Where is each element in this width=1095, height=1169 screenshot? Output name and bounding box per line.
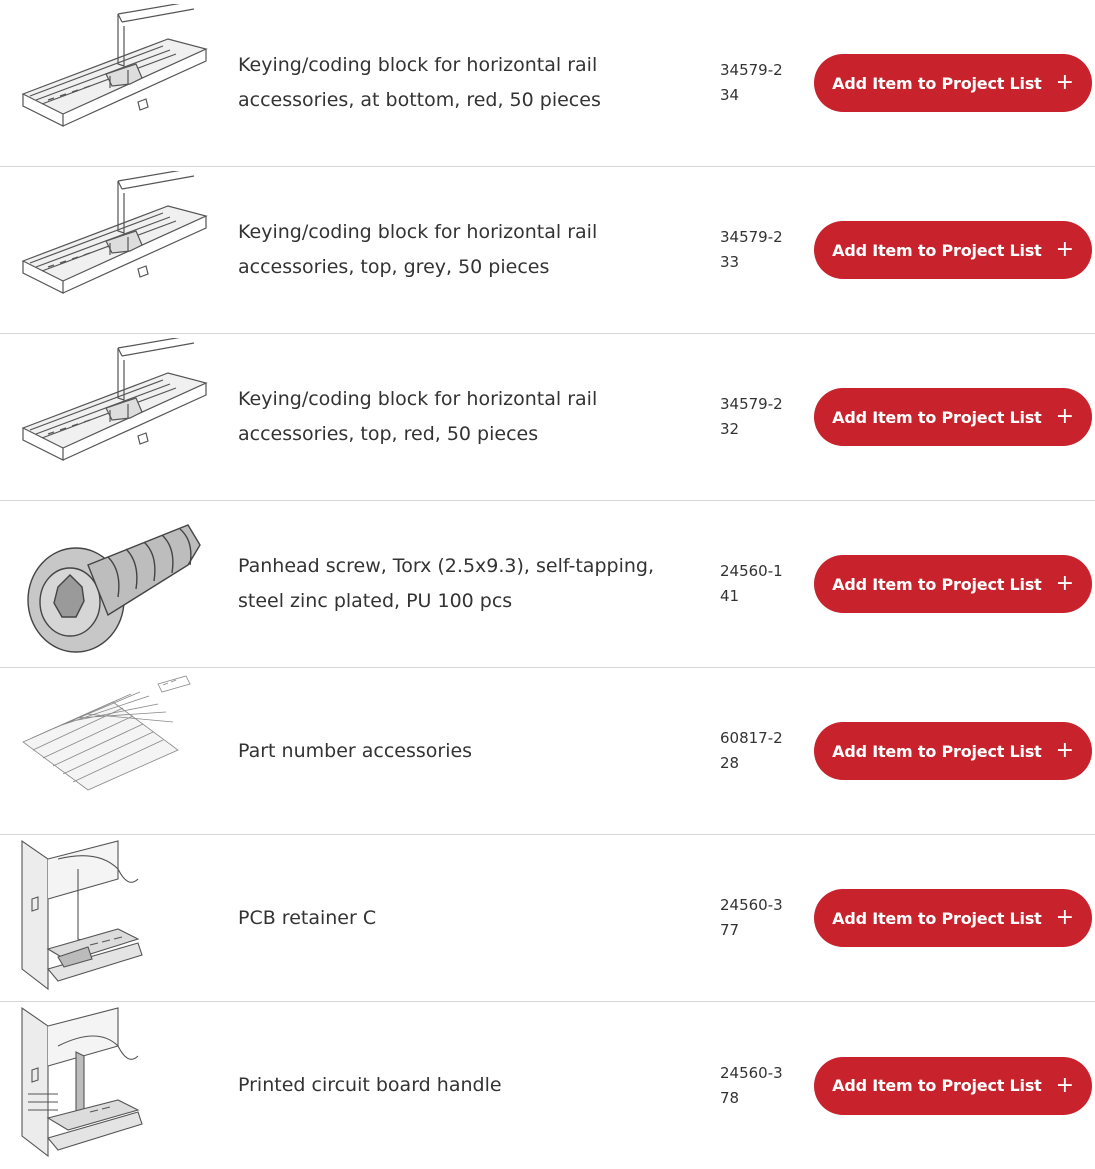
button-label: Add Item to Project List (832, 240, 1042, 260)
button-label: Add Item to Project List (832, 908, 1042, 928)
part-number: 60817-228 (720, 729, 783, 772)
product-description: PCB retainer C (238, 906, 377, 929)
part-number: 24560-141 (720, 562, 783, 605)
plus-icon: + (1055, 70, 1074, 95)
add-to-project-list-button[interactable]: Add Item to Project List + (814, 388, 1092, 446)
plus-icon: + (1055, 237, 1074, 262)
pcb-handle-image (18, 1006, 210, 1162)
plus-icon: + (1055, 571, 1074, 596)
part-number: 24560-378 (720, 1063, 783, 1107)
part-number: 24560-377 (720, 896, 783, 939)
add-to-project-list-button[interactable]: Add Item to Project List + (814, 1056, 1092, 1115)
button-label: Add Item to Project List (832, 741, 1042, 761)
add-to-project-list-button[interactable]: Add Item to Project List + (814, 889, 1092, 947)
product-row: Keying/coding block for horizontal rail … (0, 334, 1095, 501)
add-to-project-list-button[interactable]: Add Item to Project List + (814, 555, 1092, 613)
part-number: 34579-232 (720, 395, 783, 438)
product-description: Keying/coding block for horizontal rail … (238, 54, 601, 111)
torx-screw-image (18, 505, 210, 661)
keying-block-rail-image (18, 338, 210, 494)
product-row: Part number accessories 60817-228 Add It… (0, 668, 1095, 835)
product-list: Keying/coding block for horizontal rail … (0, 0, 1095, 1169)
button-label: Add Item to Project List (832, 73, 1042, 93)
plus-icon: + (1055, 1072, 1074, 1098)
product-row: PCB retainer C 24560-377 Add Item to Pro… (0, 835, 1095, 1002)
product-row: Panhead screw, Torx (2.5x9.3), self-tapp… (0, 501, 1095, 668)
product-description: Keying/coding block for horizontal rail … (238, 388, 598, 445)
product-description: Part number accessories (238, 739, 473, 762)
product-description: Panhead screw, Torx (2.5x9.3), self-tapp… (238, 555, 654, 612)
plus-icon: + (1055, 404, 1074, 429)
add-to-project-list-button[interactable]: Add Item to Project List + (814, 54, 1092, 112)
keying-block-rail-image (18, 171, 210, 327)
plus-icon: + (1055, 738, 1074, 763)
label-sheet-image (18, 672, 210, 828)
button-label: Add Item to Project List (832, 1076, 1042, 1095)
product-row: Keying/coding block for horizontal rail … (0, 0, 1095, 167)
product-row: Keying/coding block for horizontal rail … (0, 167, 1095, 334)
part-number: 34579-233 (720, 228, 783, 271)
add-to-project-list-button[interactable]: Add Item to Project List + (814, 221, 1092, 279)
product-description: Printed circuit board handle (238, 1074, 502, 1096)
add-to-project-list-button[interactable]: Add Item to Project List + (814, 722, 1092, 780)
keying-block-rail-image (18, 4, 210, 160)
product-row: Printed circuit board handle 24560-378 A… (0, 1002, 1095, 1169)
button-label: Add Item to Project List (832, 407, 1042, 427)
plus-icon: + (1055, 905, 1074, 930)
product-description: Keying/coding block for horizontal rail … (238, 221, 598, 278)
button-label: Add Item to Project List (832, 574, 1042, 594)
part-number: 34579-234 (720, 61, 783, 104)
pcb-retainer-image (18, 839, 210, 995)
